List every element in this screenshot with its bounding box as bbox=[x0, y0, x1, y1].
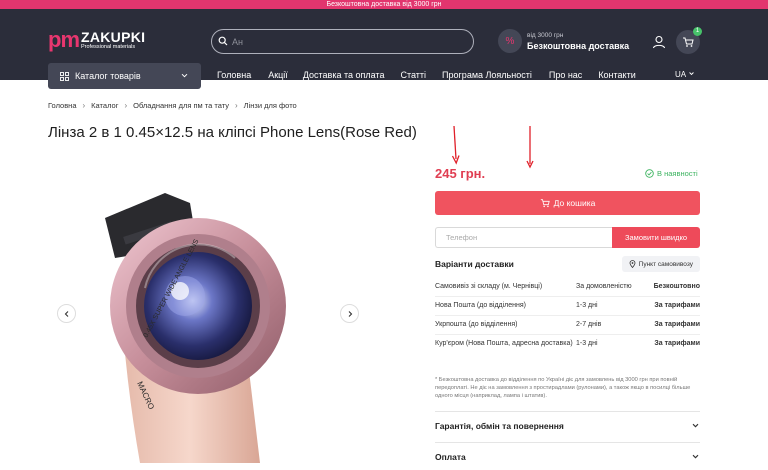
delivery-note: * Безкоштовна доставка до відділення по … bbox=[435, 377, 691, 399]
delivery-price: За тарифами bbox=[654, 302, 700, 309]
quick-order-form: Замовити швидко bbox=[435, 227, 700, 248]
chevron-down-icon bbox=[689, 72, 694, 76]
delivery-time: За домовленістю bbox=[576, 283, 632, 290]
search-box[interactable] bbox=[211, 29, 474, 54]
delivery-time: 1-3 дні bbox=[576, 340, 598, 347]
logo-pm: pm bbox=[48, 27, 80, 52]
delivery-time: 1-3 дні bbox=[576, 302, 598, 309]
catalog-button[interactable]: Каталог товарів bbox=[48, 63, 201, 89]
pickup-point-button[interactable]: Пункт самовивозу bbox=[621, 256, 700, 272]
table-row: Нова Пошта (до відділення) 1-3 дні За та… bbox=[435, 297, 700, 316]
product-title: Лінза 2 в 1 0.45×12.5 на кліпсі Phone Le… bbox=[48, 124, 417, 141]
shipping-threshold: від 3000 грн bbox=[527, 31, 564, 39]
delivery-price: За тарифами bbox=[654, 321, 700, 328]
pickup-point-label: Пункт самовивозу bbox=[638, 260, 693, 268]
nav-item-articles[interactable]: Статті bbox=[400, 70, 426, 80]
logo-tagline: Professional materials bbox=[81, 43, 136, 50]
check-circle-icon bbox=[645, 169, 654, 178]
cart-button[interactable]: 1 bbox=[676, 27, 702, 54]
promo-text: Безкоштовна доставка від 3000 грн bbox=[326, 1, 442, 8]
quick-order-button[interactable]: Замовити швидко bbox=[612, 227, 700, 248]
accordion-payment[interactable]: Оплата bbox=[435, 442, 700, 470]
annotation-arrow-icon bbox=[526, 126, 534, 169]
delivery-method: Кур'єром (Нова Пошта, адресна доставка) bbox=[435, 340, 573, 347]
nav-item-home[interactable]: Головна bbox=[217, 70, 251, 80]
catalog-label: Каталог товарів bbox=[75, 71, 141, 81]
chevron-right-icon bbox=[348, 310, 352, 317]
nav-item-loyalty[interactable]: Програма Лояльності bbox=[442, 70, 532, 80]
delivery-method: Самовивіз зі складу (м. Чернівці) bbox=[435, 283, 543, 290]
cart-icon bbox=[683, 37, 694, 47]
logo[interactable]: pm ZAKUPKI Professional materials bbox=[48, 29, 145, 51]
cart-count-badge: 1 bbox=[693, 27, 702, 36]
cart-icon bbox=[540, 199, 550, 208]
user-icon bbox=[652, 35, 666, 49]
nav-item-about[interactable]: Про нас bbox=[549, 70, 582, 80]
breadcrumb-catalog[interactable]: Каталог bbox=[91, 101, 118, 110]
search-icon bbox=[218, 33, 228, 51]
user-account-button[interactable] bbox=[650, 33, 668, 51]
search-input[interactable] bbox=[232, 36, 432, 47]
table-row: Укрпошта (до відділення) 2-7 днів За тар… bbox=[435, 316, 700, 335]
delivery-title: Варіанти доставки bbox=[435, 259, 514, 269]
shipping-label: Безкоштовна доставка bbox=[527, 40, 630, 51]
breadcrumb-equipment[interactable]: Обладнання для пм та тату bbox=[133, 101, 229, 110]
delivery-time: 2-7 днів bbox=[576, 321, 602, 328]
free-shipping-info: % від 3000 грн Безкоштовна доставка bbox=[498, 29, 629, 53]
chevron-right-icon: › bbox=[82, 101, 86, 110]
gallery-prev-button[interactable] bbox=[57, 304, 76, 323]
percent-icon: % bbox=[498, 29, 522, 53]
main-nav: Каталог товарів Головна Акції Доставка т… bbox=[0, 54, 768, 89]
language-label: UA bbox=[675, 70, 686, 79]
nav-item-sales[interactable]: Акції bbox=[268, 70, 288, 80]
chevron-down-icon bbox=[181, 73, 188, 78]
logo-name: ZAKUPKI bbox=[81, 28, 146, 45]
chevron-down-icon bbox=[692, 454, 699, 459]
chevron-right-icon: › bbox=[235, 101, 238, 110]
gallery-next-button[interactable] bbox=[340, 304, 359, 323]
chevron-down-icon bbox=[692, 423, 699, 428]
nav-item-contacts[interactable]: Контакти bbox=[598, 70, 635, 80]
language-selector[interactable]: UA bbox=[675, 70, 695, 79]
grid-icon bbox=[60, 71, 69, 81]
nav-item-delivery[interactable]: Доставка та оплата bbox=[303, 70, 385, 80]
breadcrumb-home[interactable]: Головна bbox=[48, 101, 77, 110]
breadcrumb-current: Лінзи для фото bbox=[243, 101, 297, 110]
breadcrumb: Головна › Каталог › Обладнання для пм та… bbox=[48, 101, 297, 110]
stock-label: В наявності bbox=[657, 169, 698, 178]
product-image[interactable]: 0.45X SUPER WIDE ANGLE LENS MACRO bbox=[85, 178, 330, 463]
chevron-left-icon bbox=[64, 310, 68, 317]
product-price: 245 грн. bbox=[435, 166, 486, 181]
accordion-warranty[interactable]: Гарантія, обмін та повернення bbox=[435, 411, 700, 439]
add-to-cart-button[interactable]: До кошика bbox=[435, 191, 700, 215]
accordion-label: Гарантія, обмін та повернення bbox=[435, 420, 564, 431]
delivery-price: За тарифами bbox=[654, 340, 700, 347]
accordion-label: Оплата bbox=[435, 451, 466, 462]
delivery-price: Безкоштовно bbox=[653, 283, 700, 290]
delivery-method: Нова Пошта (до відділення) bbox=[435, 302, 527, 309]
site-header: pm ZAKUPKI Professional materials % від … bbox=[0, 9, 768, 89]
add-to-cart-label: До кошика bbox=[553, 198, 596, 208]
delivery-options: Варіанти доставки Пункт самовивозу Самов… bbox=[435, 255, 700, 353]
map-pin-icon bbox=[629, 260, 636, 268]
nav-menu: Головна Акції Доставка та оплата Статті … bbox=[217, 70, 636, 80]
delivery-table: Самовивіз зі складу (м. Чернівці) За дом… bbox=[435, 278, 700, 353]
annotation-arrow-icon bbox=[451, 125, 460, 165]
stock-status: В наявності bbox=[645, 169, 698, 178]
phone-input[interactable] bbox=[435, 227, 612, 248]
chevron-right-icon: › bbox=[124, 101, 128, 110]
table-row: Самовивіз зі складу (м. Чернівці) За дом… bbox=[435, 278, 700, 297]
table-row: Кур'єром (Нова Пошта, адресна доставка) … bbox=[435, 335, 700, 353]
promo-bar: Безкоштовна доставка від 3000 грн bbox=[0, 0, 768, 9]
delivery-method: Укрпошта (до відділення) bbox=[435, 321, 518, 328]
